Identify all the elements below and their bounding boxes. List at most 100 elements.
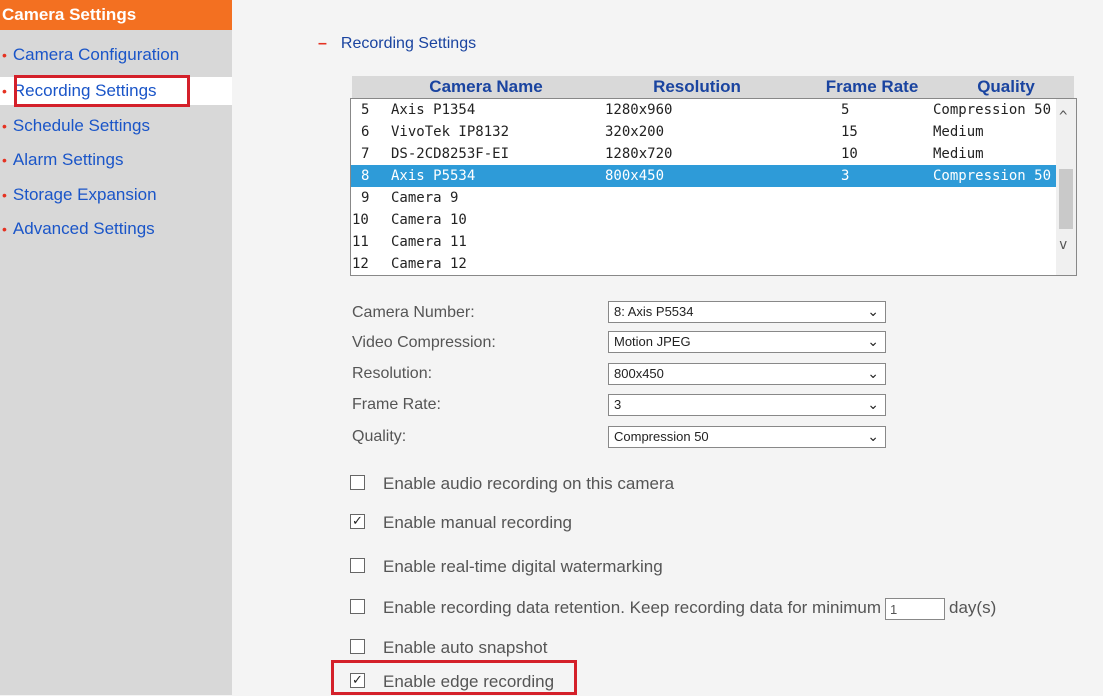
bullet-icon: • [2,47,7,63]
sidebar-item-camera-configuration[interactable]: • Camera Configuration [0,41,179,69]
cell-resolution: 1280x720 [605,146,673,162]
cell-resolution: 320x200 [605,124,665,140]
watermarking-label: Enable real-time digital watermarking [383,557,663,576]
data-retention-label: Enable recording data retention. Keep re… [383,598,882,617]
resolution-label: Resolution: [352,365,433,382]
cell-number: 9 [361,190,370,206]
auto-snapshot-checkbox[interactable] [350,639,365,655]
camera-number-label: Camera Number: [352,304,475,321]
cell-number: 5 [361,102,370,118]
cell-camera-name: Axis P1354 [391,102,476,118]
video-compression-label: Video Compression: [352,334,496,351]
sidebar-item-label: Storage Expansion [12,185,157,204]
cell-frame-rate: 10 [841,146,858,162]
chevron-down-icon: ⌄ [867,303,879,319]
cell-quality: Compression 50 [933,168,1052,184]
option-auto-snapshot[interactable]: Enable auto snapshot [350,634,547,662]
cell-quality: Medium [933,146,984,162]
resolution-value: 800x450 [614,366,664,381]
table-row[interactable]: 9 Camera 9 [351,187,1073,209]
table-header: Camera Name Resolution Frame Rate Qualit… [352,76,1074,98]
sidebar-item-label: Advanced Settings [12,219,155,238]
column-header-camera-name[interactable]: Camera Name [388,76,584,98]
highlight-box-recording-settings [14,75,190,107]
table-row[interactable]: 5 Axis P1354 1280x960 5 Compression 50 [351,99,1073,121]
cell-camera-name: Camera 9 [391,190,459,206]
cell-number: 10 [352,212,369,228]
camera-list[interactable]: 5 Axis P1354 1280x960 5 Compression 50 6… [350,98,1077,276]
frame-rate-label: Frame Rate: [352,396,441,413]
bullet-icon: • [2,152,7,168]
main-panel: – Recording Settings Camera Name Resoluti… [232,0,1103,695]
option-data-retention[interactable]: Enable recording data retention. Keep re… [350,594,996,622]
sidebar-item-storage-expansion[interactable]: • Storage Expansion [0,181,157,209]
cell-frame-rate: 15 [841,124,858,140]
cell-camera-name: VivoTek IP8132 [391,124,510,140]
bullet-icon: • [2,221,7,237]
retention-days-suffix: day(s) [949,598,997,617]
manual-recording-checkbox[interactable]: ✓ [350,514,365,530]
section-title: Recording Settings [340,35,477,52]
data-retention-checkbox[interactable] [350,599,365,615]
sidebar-item-alarm-settings[interactable]: • Alarm Settings [0,146,123,174]
bullet-icon: • [2,187,7,203]
sidebar-item-label: Alarm Settings [12,150,124,169]
highlight-box-edge-recording [331,660,577,695]
cell-frame-rate: 3 [841,168,850,184]
camera-number-value: 8: Axis P5534 [614,304,694,319]
column-header-quality[interactable]: Quality [942,76,1070,98]
cell-number: 8 [361,168,370,184]
option-audio-recording[interactable]: Enable audio recording on this camera [350,470,674,498]
table-row[interactable]: 7 DS-2CD8253F-EI 1280x720 10 Medium [351,143,1073,165]
cell-camera-name: DS-2CD8253F-EI [391,146,510,162]
column-header-frame-rate[interactable]: Frame Rate [814,76,930,98]
quality-value: Compression 50 [614,429,709,444]
section-header[interactable]: – Recording Settings [318,35,476,53]
video-compression-value: Motion JPEG [614,334,691,349]
chevron-down-icon: ⌄ [867,333,879,349]
cell-quality: Medium [933,124,984,140]
cell-camera-name: Camera 11 [391,234,467,250]
table-row[interactable]: 6 VivoTek IP8132 320x200 15 Medium [351,121,1073,143]
cell-number: 11 [352,234,369,250]
bullet-icon: • [2,118,7,134]
cell-resolution: 800x450 [605,168,665,184]
video-compression-select[interactable]: Motion JPEG ⌄ [608,331,886,353]
cell-frame-rate: 5 [841,102,850,118]
option-digital-watermarking[interactable]: Enable real-time digital watermarking [350,553,663,581]
scroll-down-icon[interactable]: v [1059,237,1067,253]
scroll-up-icon[interactable]: ^ [1059,109,1067,125]
audio-recording-label: Enable audio recording on this camera [383,474,675,493]
cell-camera-name: Axis P5534 [391,168,476,184]
table-row[interactable]: 11 Camera 11 [351,231,1073,253]
table-row-selected[interactable]: 8 Axis P5534 800x450 3 Compression 50 [351,165,1073,187]
column-header-resolution[interactable]: Resolution [604,76,790,98]
quality-select[interactable]: Compression 50 ⌄ [608,426,886,448]
audio-recording-checkbox[interactable] [350,475,365,491]
collapse-icon[interactable]: – [318,35,327,52]
auto-snapshot-label: Enable auto snapshot [383,638,548,657]
watermarking-checkbox[interactable] [350,558,365,574]
quality-label: Quality: [352,428,407,445]
chevron-down-icon: ⌄ [867,428,879,444]
sidebar-item-schedule-settings[interactable]: • Schedule Settings [0,112,150,140]
sidebar-item-label: Schedule Settings [12,116,150,135]
frame-rate-select[interactable]: 3 ⌄ [608,394,886,416]
scroll-thumb[interactable] [1059,169,1073,229]
sidebar-item-advanced-settings[interactable]: • Advanced Settings [0,215,155,243]
table-row[interactable]: 10 Camera 10 [351,209,1073,231]
cell-number: 7 [361,146,370,162]
retention-days-input[interactable]: 1 [885,597,946,620]
resolution-select[interactable]: 800x450 ⌄ [608,363,886,385]
table-row[interactable]: 12 Camera 12 [351,253,1073,275]
cell-number: 6 [361,124,370,140]
cell-camera-name: Camera 10 [391,212,467,228]
cell-number: 12 [352,256,369,272]
cell-quality: Compression 50 [933,102,1052,118]
bullet-icon: • [2,83,7,99]
list-scrollbar[interactable]: ^ v [1056,99,1076,275]
camera-number-select[interactable]: 8: Axis P5534 ⌄ [608,301,886,323]
option-manual-recording[interactable]: ✓ Enable manual recording [350,509,572,537]
cell-camera-name: Camera 12 [391,256,467,272]
manual-recording-label: Enable manual recording [383,513,573,532]
